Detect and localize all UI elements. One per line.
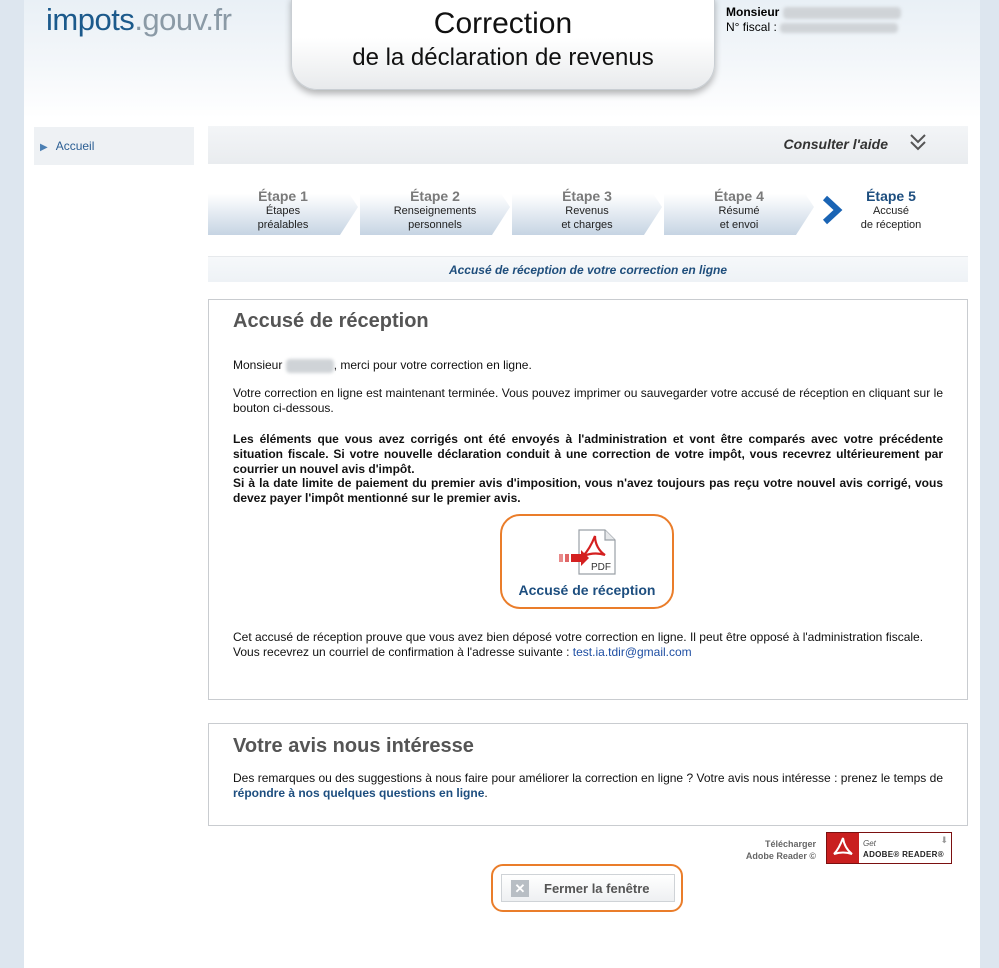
nav-home-label: Accueil xyxy=(55,139,95,153)
user-name-label: Monsieur xyxy=(726,5,780,19)
step-title: Étape 1 xyxy=(258,188,308,204)
fiscal-number-label: N° fiscal : xyxy=(726,20,777,34)
step-line1: Étapes xyxy=(265,205,301,217)
close-window-highlight: ✕ Fermer la fenêtre xyxy=(491,864,683,912)
adobe-get-label: Get xyxy=(863,839,876,848)
download-receipt-label: Accusé de réception xyxy=(518,582,656,598)
download-receipt-pdf-button[interactable]: PDF Accusé de réception xyxy=(500,514,674,609)
logo-domain: .gouv.fr xyxy=(134,2,232,37)
download-arrow-icon: ⬇ xyxy=(940,835,948,845)
page: impots.gouv.fr Correction de la déclarat… xyxy=(24,0,980,968)
step-title: Étape 5 xyxy=(866,188,916,204)
confirmation-email-text: Vous recevrez un courriel de confirmatio… xyxy=(233,645,943,660)
greeting-prefix: Monsieur xyxy=(233,358,283,372)
adobe-download-line2: Adobe Reader © xyxy=(745,851,816,861)
step-title: Étape 3 xyxy=(562,188,612,204)
survey-link[interactable]: répondre à nos quelques questions en lig… xyxy=(233,786,484,800)
redacted-name xyxy=(782,6,901,19)
step-line2: personnels xyxy=(408,219,462,231)
get-adobe-reader-button[interactable]: Get ADOBE® READER® ⬇ xyxy=(826,832,952,864)
page-title-box: Correction de la déclaration de revenus xyxy=(291,0,715,90)
step-line2: et envoi xyxy=(719,219,759,231)
adobe-reader-label: ADOBE® READER® xyxy=(863,850,944,859)
payment-notice-text: Si à la date limite de paiement du premi… xyxy=(233,476,943,505)
help-link[interactable]: Consulter l'aide xyxy=(784,136,888,152)
step-line1: Revenus xyxy=(565,205,609,217)
step-1: Étape 1 Étapes préalables xyxy=(208,180,358,235)
step-5-current: Étape 5 Accusé de réception xyxy=(816,180,966,235)
receipt-title: Accusé de réception xyxy=(233,310,429,332)
redacted-fiscal-number xyxy=(780,22,899,33)
greeting-text: Monsieur , merci pour votre correction e… xyxy=(233,358,943,373)
email-link[interactable]: test.ia.tdir@gmail.com xyxy=(573,645,692,659)
triangle-right-icon: ▶ xyxy=(40,142,48,153)
receipt-panel: Accusé de réception Monsieur , merci pou… xyxy=(208,299,968,700)
step-line2: de réception xyxy=(860,219,922,231)
logo-main: impots xyxy=(46,2,135,37)
step-line2: préalables xyxy=(257,219,309,231)
step-2: Étape 2 Renseignements personnels xyxy=(360,180,510,235)
step-4: Étape 4 Résumé et envoi xyxy=(664,180,814,235)
close-icon: ✕ xyxy=(511,880,529,897)
step-line1: Résumé xyxy=(718,205,760,217)
close-window-button[interactable]: ✕ Fermer la fenêtre xyxy=(501,874,675,902)
proof-text: Cet accusé de réception prouve que vous … xyxy=(233,630,924,644)
double-chevron-down-icon[interactable] xyxy=(908,132,928,152)
correction-notice-text: Les éléments que vous avez corrigés ont … xyxy=(233,432,943,476)
left-nav: ▶ Accueil xyxy=(34,127,194,165)
redacted-name xyxy=(285,358,334,373)
page-title: Correction xyxy=(433,7,573,40)
pdf-badge-text: PDF xyxy=(591,562,611,573)
adobe-logo-icon xyxy=(827,833,859,863)
close-window-label: Fermer la fenêtre xyxy=(544,881,650,896)
step-title: Étape 4 xyxy=(714,188,764,204)
section-subtitle: Accusé de réception de votre correction … xyxy=(208,256,968,282)
page-subtitle: de la déclaration de revenus xyxy=(352,44,654,71)
greeting-suffix: , merci pour votre correction en ligne. xyxy=(333,358,532,372)
feedback-panel: Votre avis nous intéresse Des remarques … xyxy=(208,723,968,826)
email-prefix: Vous recevrez un courriel de confirmatio… xyxy=(233,645,573,659)
step-progress: Étape 1 Étapes préalables Étape 2 Rensei… xyxy=(208,180,968,236)
help-bar: Consulter l'aide xyxy=(208,126,968,164)
feedback-prefix: Des remarques ou des suggestions à nous … xyxy=(233,771,943,785)
step-3: Étape 3 Revenus et charges xyxy=(512,180,662,235)
user-info: Monsieur N° fiscal : xyxy=(726,5,901,35)
step-line1: Accusé xyxy=(872,205,910,217)
logo: impots.gouv.fr xyxy=(46,2,232,38)
step-line1: Renseignements xyxy=(393,205,477,217)
step-line2: et charges xyxy=(561,219,613,231)
feedback-text: Des remarques ou des suggestions à nous … xyxy=(233,771,943,801)
nav-home-link[interactable]: ▶ Accueil xyxy=(40,139,94,153)
step-title: Étape 2 xyxy=(410,188,460,204)
feedback-title: Votre avis nous intéresse xyxy=(233,735,474,757)
feedback-suffix: . xyxy=(484,786,488,800)
pdf-icon: PDF xyxy=(559,529,616,575)
adobe-download-text: Télécharger Adobe Reader © xyxy=(724,838,816,862)
completion-text: Votre correction en ligne est maintenant… xyxy=(233,386,943,415)
adobe-download-line1: Télécharger xyxy=(764,839,816,849)
header: impots.gouv.fr Correction de la déclarat… xyxy=(24,0,980,118)
